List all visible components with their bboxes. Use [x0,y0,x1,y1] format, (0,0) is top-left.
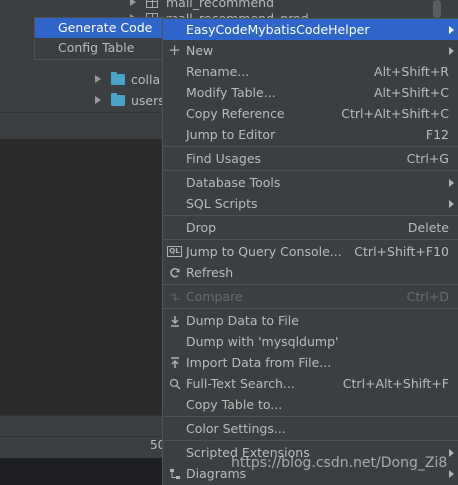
menu-item-label: SQL Scripts [186,196,258,211]
submenu-arrow-icon [449,179,454,187]
tree-item-label: users [131,92,165,108]
menu-item-dump-with-mysqldump[interactable]: Dump with 'mysqldump' [163,331,458,352]
menu-item-shortcut: Alt+Shift+R [374,64,449,79]
expand-arrow-icon[interactable] [95,96,101,104]
menu-item-generate-code[interactable]: Generate Code [35,18,173,38]
menu-item-label: Drop [186,220,217,235]
menu-item-easycode[interactable]: EasyCodeMybatisCodeHelper [163,19,458,40]
dump-icon [163,310,186,331]
menu-item-modify-table[interactable]: Modify Table... Alt+Shift+C [163,82,458,103]
generator-submenu: Generate Code Config Table [34,17,174,60]
menu-item-shortcut: Alt+Shift+C [373,85,449,100]
menu-item-jump-to-query-console[interactable]: QL Jump to Query Console... Ctrl+Shift+F… [163,241,458,262]
menu-item-config-table[interactable]: Config Table [35,38,173,58]
menu-item-label: Copy Table to... [186,397,283,412]
context-menu: EasyCodeMybatisCodeHelper + New Rename..… [162,18,458,485]
menu-item-database-tools[interactable]: Database Tools [163,172,458,193]
menu-item-copy-reference[interactable]: Copy Reference Ctrl+Alt+Shift+C [163,103,458,124]
tree-item-colla[interactable]: colla [95,69,160,89]
menu-item-shortcut: Delete [407,220,449,235]
menu-item-sql-scripts[interactable]: SQL Scripts [163,193,458,214]
folder-icon [111,71,125,85]
menu-item-label: Modify Table... [186,85,276,100]
menu-item-label: Jump to Query Console... [186,244,342,259]
menu-item-label: New [186,43,214,58]
menu-item-jump-to-editor[interactable]: Jump to Editor F12 [163,124,458,145]
menu-item-color-settings[interactable]: Color Settings... [163,418,458,439]
menu-item-new[interactable]: + New [163,40,458,61]
expand-arrow-icon[interactable] [95,75,101,83]
menu-item-rename[interactable]: Rename... Alt+Shift+R [163,61,458,82]
submenu-arrow-icon [449,47,454,55]
menu-item-refresh[interactable]: Refresh [163,262,458,283]
menu-item-shortcut: F12 [425,127,449,142]
menu-item-shortcut: Ctrl+Shift+F10 [354,244,449,259]
menu-item-find-usages[interactable]: Find Usages Ctrl+G [163,148,458,169]
menu-item-label: EasyCodeMybatisCodeHelper [186,22,370,37]
compare-icon [163,286,186,307]
menu-item-shortcut: Ctrl+G [406,151,449,166]
menu-item-label: Full-Text Search... [186,376,295,391]
menu-item-label: Color Settings... [186,421,286,436]
submenu-arrow-icon [449,26,454,34]
table-icon [146,0,158,8]
folder-icon [111,92,125,106]
menu-item-shortcut: Ctrl+Alt+Shift+C [341,106,449,121]
menu-item-compare[interactable]: Compare Ctrl+D [163,286,458,307]
tree-scrollbar[interactable] [433,0,441,18]
menu-item-dump-data-to-file[interactable]: Dump Data to File [163,310,458,331]
submenu-arrow-icon [449,449,454,457]
watermark: https://blog.csdn.net/Dong_Zi8 [231,455,448,471]
tree-item-label: colla [131,71,161,87]
submenu-arrow-icon [449,470,454,478]
expand-arrow-icon[interactable] [130,0,136,6]
menu-item-label: Copy Reference [186,106,285,121]
plus-icon: + [168,41,181,59]
import-icon [163,352,186,373]
diagram-icon [163,463,186,484]
menu-item-label: Jump to Editor [186,127,276,142]
submenu-arrow-icon [449,200,454,208]
menu-item-label: Dump Data to File [186,313,299,328]
menu-item-shortcut: Ctrl+D [406,289,449,304]
menu-item-label: Dump with 'mysqldump' [186,334,339,349]
query-console-icon: QL [167,246,182,257]
menu-item-label: Find Usages [186,151,262,166]
menu-item-label: Compare [186,289,243,304]
tree-item-users[interactable]: users [95,90,165,110]
menu-item-label: Rename... [186,64,250,79]
menu-item-label: Import Data from File... [186,355,332,370]
menu-item-copy-table-to[interactable]: Copy Table to... [163,394,458,415]
refresh-icon [163,262,186,283]
menu-item-label: Refresh [186,265,234,280]
menu-item-label: Database Tools [186,175,281,190]
menu-item-import-data-from-file[interactable]: Import Data from File... [163,352,458,373]
search-icon [163,373,186,394]
menu-item-drop[interactable]: Drop Delete [163,217,458,238]
menu-item-full-text-search[interactable]: Full-Text Search... Ctrl+Alt+Shift+F [163,373,458,394]
menu-item-shortcut: Ctrl+Alt+Shift+F [342,376,449,391]
